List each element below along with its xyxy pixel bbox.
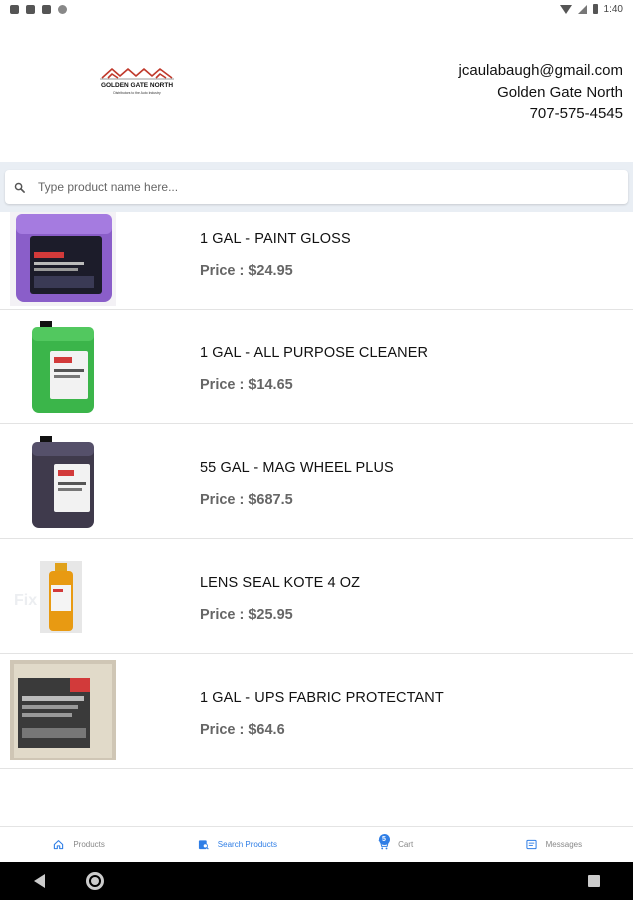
product-name: LENS SEAL KOTE 4 OZ	[200, 575, 361, 591]
product-item[interactable]: 1 GAL - UPS FABRIC PROTECTANT Price : $6…	[0, 655, 633, 769]
search-products-icon	[198, 840, 209, 850]
system-status: 1:40	[559, 3, 623, 15]
product-price: Price : $14.65	[200, 377, 293, 393]
contact-info: jcaulabaugh@gmail.com Golden Gate North …	[459, 60, 623, 125]
status-bar: 1:40	[0, 0, 633, 18]
tab-messages[interactable]: Messages	[475, 827, 633, 862]
search-input[interactable]	[38, 180, 598, 194]
product-price: Price : $64.6	[200, 722, 285, 738]
home-button-icon[interactable]	[86, 872, 104, 890]
tab-search-products[interactable]: Search Products	[158, 827, 316, 862]
cart-count-badge: 5	[378, 834, 390, 845]
system-navigation-bar	[0, 862, 633, 900]
price-value: $687.5	[248, 492, 293, 508]
product-item[interactable]: 1 GAL - ALL PURPOSE CLEANER Price : $14.…	[0, 310, 633, 424]
price-label: Price :	[200, 492, 249, 508]
search-icon	[14, 182, 25, 193]
price-label: Price :	[200, 377, 249, 393]
product-name: 1 GAL - UPS FABRIC PROTECTANT	[200, 690, 444, 706]
contact-email[interactable]: jcaulabaugh@gmail.com	[459, 60, 623, 82]
price-label: Price :	[200, 722, 249, 738]
logo-title: GOLDEN GATE NORTH	[101, 82, 173, 89]
product-image-dark-gallon-jug[interactable]	[10, 432, 116, 532]
price-value: $64.6	[248, 722, 285, 738]
status-time: 1:40	[603, 3, 623, 15]
contact-phone[interactable]: 707-575-4545	[459, 103, 623, 125]
wifi-icon	[559, 4, 572, 14]
product-price: Price : $25.95	[200, 607, 293, 623]
tab-products[interactable]: Products	[0, 827, 158, 862]
recent-apps-icon[interactable]	[588, 875, 600, 887]
product-image-box-container[interactable]	[10, 660, 116, 760]
back-icon[interactable]	[34, 874, 45, 888]
price-label: Price :	[200, 607, 249, 623]
product-item[interactable]: 1 GAL - PAINT GLOSS Price : $24.95	[0, 212, 633, 310]
product-price: Price : $24.95	[200, 263, 293, 279]
logo-subtitle: Distributors to the Auto Industry	[113, 91, 161, 95]
sd-card-icon	[42, 4, 51, 14]
product-price: Price : $687.5	[200, 492, 293, 508]
settings-icon	[10, 4, 19, 14]
search-bar	[0, 162, 633, 212]
sync-icon	[58, 4, 67, 14]
product-name: 1 GAL - PAINT GLOSS	[200, 231, 351, 247]
bottom-navigation: Products Search Products 5 Cart Messages	[0, 826, 633, 862]
product-name: 1 GAL - ALL PURPOSE CLEANER	[200, 345, 429, 361]
product-image-purple-gallon-jug[interactable]	[10, 212, 116, 306]
tab-label: Products	[73, 840, 105, 849]
company-logo: GOLDEN GATE NORTH Distributors to the Au…	[100, 68, 174, 95]
product-item[interactable]: Fix Parts LENS SEAL KOTE 4 OZ Price : $2…	[0, 540, 633, 654]
battery-icon	[592, 4, 598, 14]
messages-icon	[526, 839, 537, 850]
product-image-small-bottle[interactable]: Fix Parts	[10, 547, 116, 647]
home-icon	[54, 840, 64, 850]
product-list[interactable]: 1 GAL - PAINT GLOSS Price : $24.95 1 GAL…	[0, 212, 633, 826]
notification-icons	[10, 4, 67, 14]
contact-company: Golden Gate North	[497, 83, 623, 101]
product-image-green-gallon-jug[interactable]	[10, 317, 116, 417]
price-value: $14.65	[248, 377, 293, 393]
price-value: $25.95	[248, 607, 293, 623]
search-box[interactable]	[5, 170, 628, 204]
product-name: 55 GAL - MAG WHEEL PLUS	[200, 460, 394, 476]
tab-label: Search Products	[217, 840, 277, 849]
app-header: GOLDEN GATE NORTH Distributors to the Au…	[0, 18, 633, 162]
product-item[interactable]: 55 GAL - MAG WHEEL PLUS Price : $687.5	[0, 425, 633, 539]
signal-icon	[577, 4, 587, 14]
tab-label: Cart	[398, 840, 414, 849]
price-value: $24.95	[248, 263, 293, 279]
price-label: Price :	[200, 263, 249, 279]
tab-cart[interactable]: 5 Cart	[317, 827, 475, 862]
tab-label: Messages	[545, 840, 583, 849]
download-icon	[26, 4, 35, 14]
